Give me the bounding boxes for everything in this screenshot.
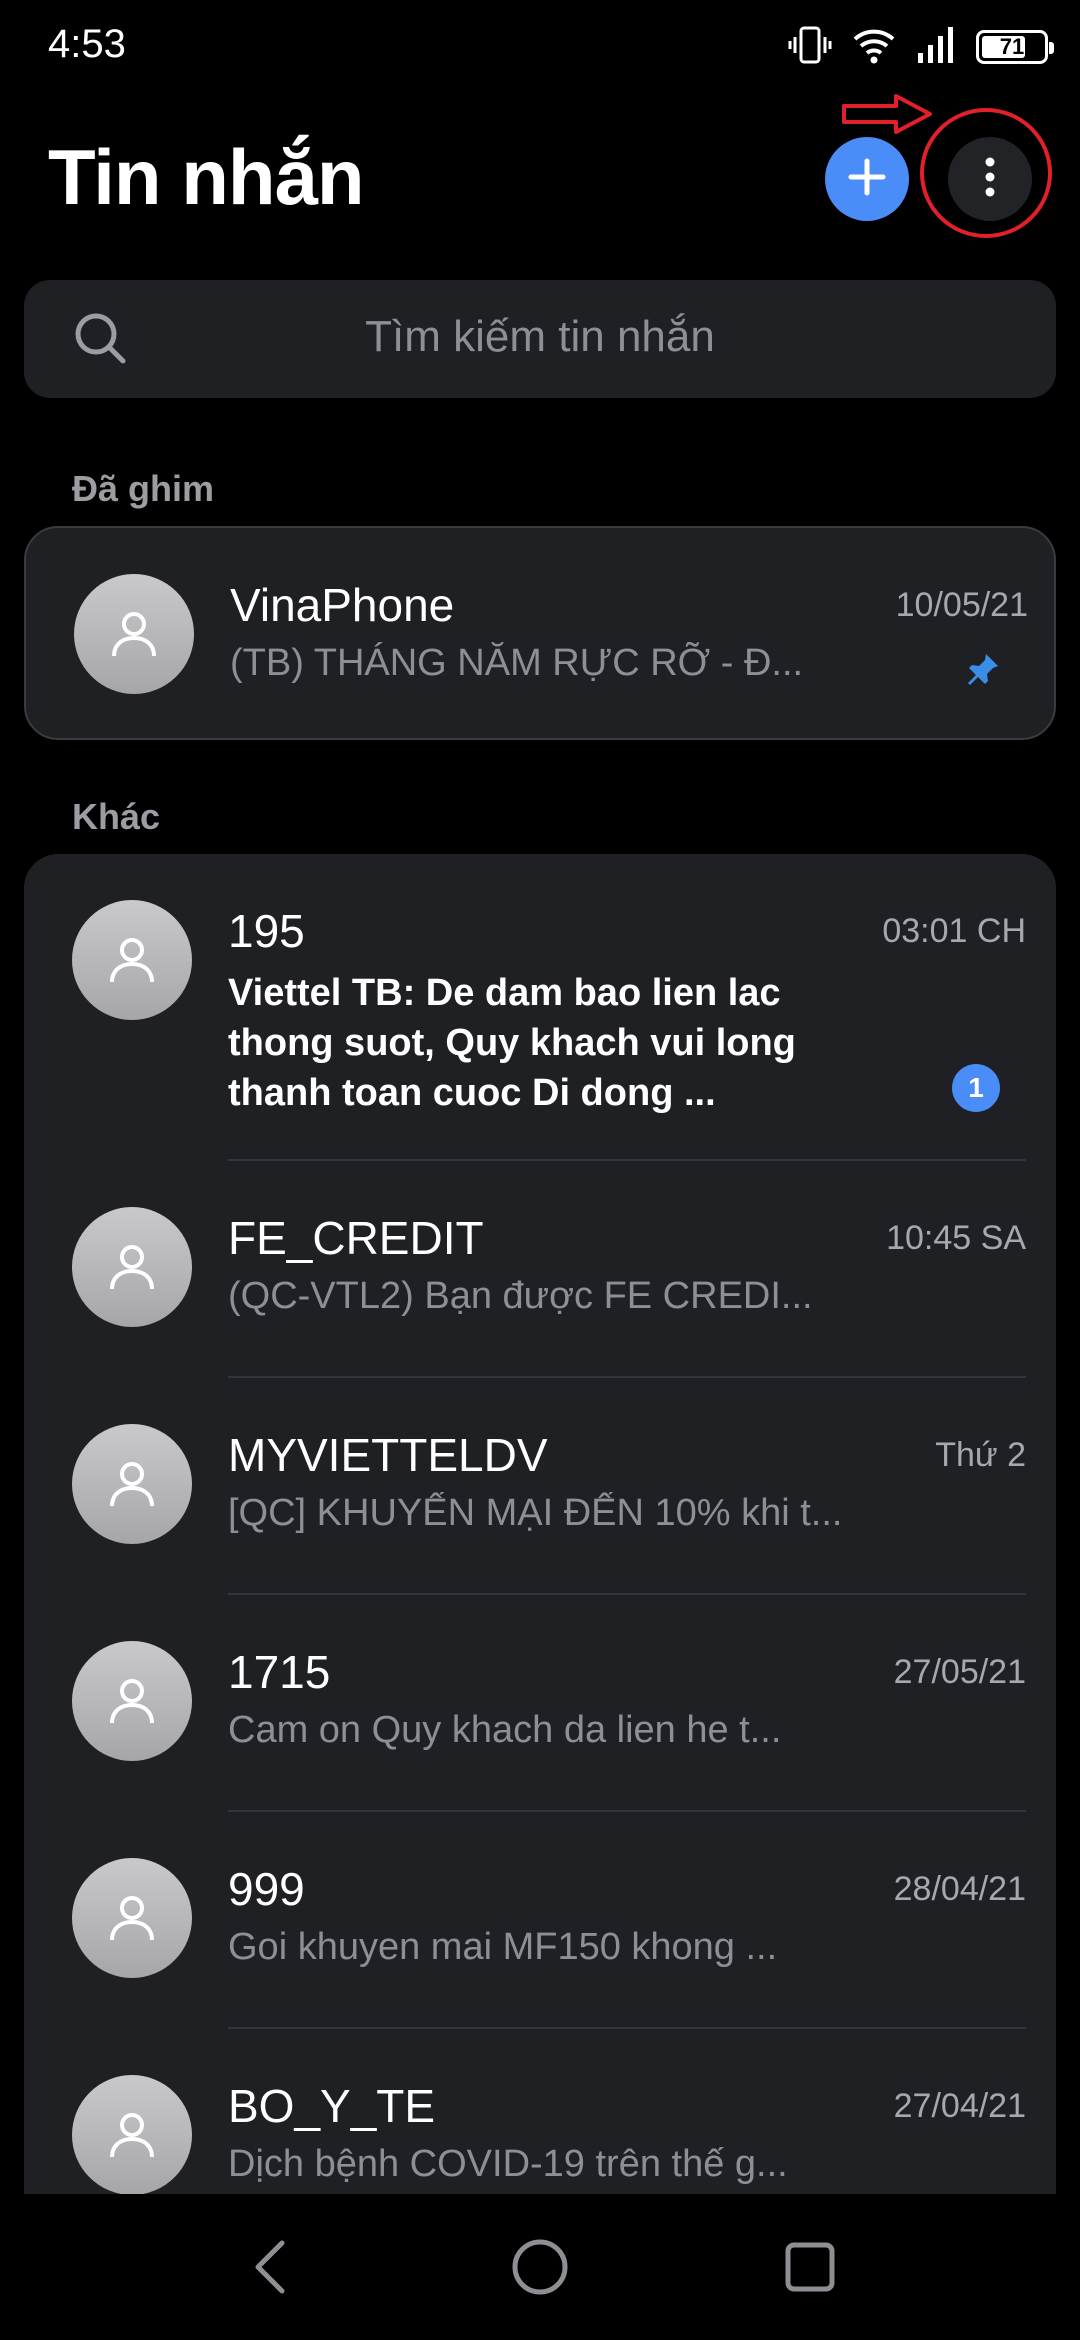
wifi-icon xyxy=(852,25,896,70)
message-preview: Dịch bệnh COVID-19 trên thế g... xyxy=(228,2143,788,2185)
message-time: Thứ 2 xyxy=(935,1436,1026,1474)
avatar xyxy=(72,1641,192,1761)
section-label-others: Khác xyxy=(72,796,161,837)
person-icon xyxy=(110,1245,154,1290)
contact-name: VinaPhone xyxy=(230,579,455,631)
section-label-pinned: Đã ghim xyxy=(72,468,215,509)
contact-name: 999 xyxy=(228,1863,305,1915)
avatar xyxy=(72,1858,192,1978)
home-icon xyxy=(512,2239,568,2295)
contact-name: FE_CREDIT xyxy=(228,1212,484,1264)
list-item[interactable]: 195 03:01 CH Viettel TB: De dam bao lien… xyxy=(24,854,1056,1159)
message-preview: (TB) THÁNG NĂM RỰC RỠ - Đ... xyxy=(230,642,804,684)
message-preview: Viettel TB: De dam bao lien lac thong su… xyxy=(228,972,796,1114)
avatar xyxy=(72,1207,192,1327)
avatar xyxy=(74,574,194,694)
search-input[interactable]: Tìm kiếm tin nhắn xyxy=(0,312,1080,362)
message-time: 28/04/21 xyxy=(893,1870,1026,1908)
person-icon xyxy=(110,938,154,983)
nav-recents-button[interactable] xyxy=(740,2194,880,2340)
contact-name: 195 xyxy=(228,905,305,957)
person-icon xyxy=(110,1679,154,1724)
list-item[interactable]: 1715 27/05/21 Cam on Quy khach da lien h… xyxy=(24,1595,1056,1810)
nav-back-button[interactable] xyxy=(200,2194,340,2340)
list-item[interactable]: MYVIETTELDV Thứ 2 [QC] KHUYẾN MẠI ĐẾN 10… xyxy=(24,1378,1056,1593)
list-item[interactable]: FE_CREDIT 10:45 SA (QC-VTL2) Bạn được FE… xyxy=(24,1161,1056,1376)
status-icons: 71 xyxy=(788,22,1054,72)
message-preview: [QC] KHUYẾN MẠI ĐẾN 10% khi t... xyxy=(228,1492,843,1534)
recents-icon xyxy=(785,2242,835,2292)
avatar xyxy=(72,900,192,1020)
contact-name: MYVIETTELDV xyxy=(228,1429,548,1481)
message-time: 10:45 SA xyxy=(886,1219,1026,1257)
message-time: 10/05/21 xyxy=(895,586,1028,624)
message-preview: Goi khuyen mai MF150 khong ... xyxy=(228,1926,778,1968)
navigation-bar xyxy=(0,2194,1080,2340)
person-icon xyxy=(112,612,156,657)
status-time: 4:53 xyxy=(48,22,126,66)
avatar xyxy=(72,2075,192,2194)
compose-button[interactable] xyxy=(825,137,909,221)
annotation-arrow-icon xyxy=(840,92,936,141)
person-icon xyxy=(110,1896,154,1941)
unread-badge: 1 xyxy=(952,1064,1000,1112)
signal-icon xyxy=(916,25,956,70)
list-item[interactable]: BO_Y_TE 27/04/21 Dịch bệnh COVID-19 trên… xyxy=(24,2029,1056,2194)
pinned-card: VinaPhone 10/05/21 (TB) THÁNG NĂM RỰC RỠ… xyxy=(24,526,1056,740)
pin-icon xyxy=(964,652,1000,693)
person-icon xyxy=(110,2113,154,2158)
back-icon xyxy=(255,2240,285,2294)
person-icon xyxy=(110,1462,154,1507)
conversation-list: 195 03:01 CH Viettel TB: De dam bao lien… xyxy=(24,854,1056,2194)
list-item[interactable]: VinaPhone 10/05/21 (TB) THÁNG NĂM RỰC RỠ… xyxy=(26,528,1058,742)
battery-icon: 71 xyxy=(976,30,1054,64)
battery-level: 71 xyxy=(999,34,1025,59)
annotation-circle xyxy=(920,108,1052,238)
plus-icon xyxy=(847,157,887,202)
list-item[interactable]: 999 28/04/21 Goi khuyen mai MF150 khong … xyxy=(24,1812,1056,2027)
message-preview: Cam on Quy khach da lien he t... xyxy=(228,1709,782,1751)
contact-name: 1715 xyxy=(228,1646,331,1698)
page-title: Tin nhắn xyxy=(48,133,365,221)
nav-home-button[interactable] xyxy=(470,2194,610,2340)
avatar xyxy=(72,1424,192,1544)
message-time: 03:01 CH xyxy=(882,912,1026,950)
vibrate-icon xyxy=(788,23,832,72)
status-bar: 4:53 71 xyxy=(0,0,1080,96)
message-preview: (QC-VTL2) Bạn được FE CREDI... xyxy=(228,1275,813,1317)
message-time: 27/04/21 xyxy=(893,2087,1026,2125)
contact-name: BO_Y_TE xyxy=(228,2080,436,2132)
message-time: 27/05/21 xyxy=(893,1653,1026,1691)
